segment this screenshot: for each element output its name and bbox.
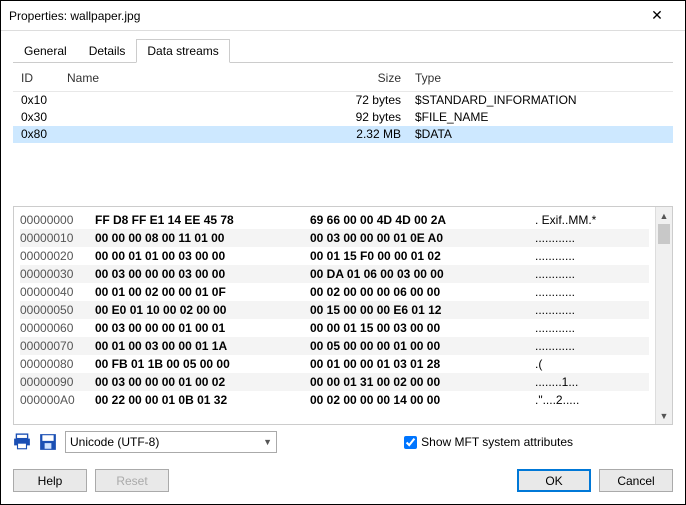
hex-toolbar: Unicode (UTF-8) ▼ Show MFT system attrib… <box>13 425 673 453</box>
hex-line: 0000008000 FB 01 1B 00 05 00 0000 01 00 … <box>20 355 649 373</box>
header-name[interactable]: Name <box>63 69 331 87</box>
hex-line: 0000001000 00 00 08 00 11 01 0000 03 00 … <box>20 229 649 247</box>
stream-list: 0x10 72 bytes $STANDARD_INFORMATION 0x30… <box>13 92 673 202</box>
hex-line: 0000005000 E0 01 10 00 02 00 0000 15 00 … <box>20 301 649 319</box>
tab-general[interactable]: General <box>13 39 78 63</box>
content-area: General Details Data streams ID Name Siz… <box>1 31 685 461</box>
print-icon[interactable] <box>13 433 31 451</box>
mft-checkbox[interactable] <box>404 436 417 449</box>
header-id[interactable]: ID <box>17 69 63 87</box>
hex-line: 0000004000 01 00 02 00 00 01 0F00 02 00 … <box>20 283 649 301</box>
header-size[interactable]: Size <box>331 69 411 87</box>
dialog-footer: Help Reset OK Cancel <box>1 461 685 504</box>
reset-button: Reset <box>95 469 169 492</box>
mft-label: Show MFT system attributes <box>421 435 573 449</box>
tab-strip: General Details Data streams <box>13 38 673 63</box>
table-row[interactable]: 0x80 2.32 MB $DATA <box>13 126 673 143</box>
chevron-down-icon: ▼ <box>263 437 272 447</box>
table-row[interactable]: 0x30 92 bytes $FILE_NAME <box>13 109 673 126</box>
window-title: Properties: wallpaper.jpg <box>9 9 637 23</box>
ok-button[interactable]: OK <box>517 469 591 492</box>
mft-checkbox-wrap[interactable]: Show MFT system attributes <box>404 435 573 449</box>
hex-content[interactable]: 00000000FF D8 FF E1 14 EE 45 7869 66 00 … <box>14 207 655 424</box>
save-icon[interactable] <box>39 433 57 451</box>
hex-line: 00000000FF D8 FF E1 14 EE 45 7869 66 00 … <box>20 211 649 229</box>
titlebar: Properties: wallpaper.jpg ✕ <box>1 1 685 31</box>
hex-line: 000000A000 22 00 00 01 0B 01 3200 02 00 … <box>20 391 649 409</box>
hex-line: 0000009000 03 00 00 00 01 00 0200 00 01 … <box>20 373 649 391</box>
scrollbar[interactable]: ▲ ▼ <box>655 207 672 424</box>
encoding-select[interactable]: Unicode (UTF-8) ▼ <box>65 431 277 453</box>
help-button[interactable]: Help <box>13 469 87 492</box>
hex-line: 0000002000 00 01 01 00 03 00 0000 01 15 … <box>20 247 649 265</box>
scroll-down-icon[interactable]: ▼ <box>656 407 672 424</box>
hex-line: 0000006000 03 00 00 00 01 00 0100 00 01 … <box>20 319 649 337</box>
scroll-thumb[interactable] <box>658 224 670 244</box>
hex-viewer: 00000000FF D8 FF E1 14 EE 45 7869 66 00 … <box>13 206 673 425</box>
stream-list-header: ID Name Size Type <box>13 65 673 92</box>
hex-line: 0000003000 03 00 00 00 03 00 0000 DA 01 … <box>20 265 649 283</box>
table-row[interactable]: 0x10 72 bytes $STANDARD_INFORMATION <box>13 92 673 109</box>
tab-details[interactable]: Details <box>78 39 137 63</box>
tab-data-streams[interactable]: Data streams <box>136 39 229 63</box>
cancel-button[interactable]: Cancel <box>599 469 673 492</box>
encoding-value: Unicode (UTF-8) <box>70 435 159 449</box>
close-icon[interactable]: ✕ <box>637 7 677 24</box>
header-type[interactable]: Type <box>411 69 673 87</box>
hex-line: 0000007000 01 00 03 00 00 01 1A00 05 00 … <box>20 337 649 355</box>
scroll-up-icon[interactable]: ▲ <box>656 207 672 224</box>
